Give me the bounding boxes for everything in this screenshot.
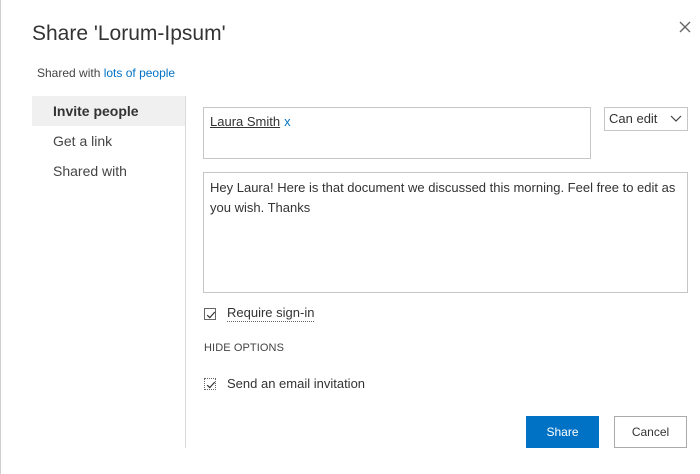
cancel-button[interactable]: Cancel <box>614 416 687 448</box>
shared-with-link[interactable]: lots of people <box>104 66 175 80</box>
require-signin-row[interactable]: Require sign-in <box>204 305 315 322</box>
checkmark-icon <box>206 311 216 318</box>
require-signin-label: Require sign-in <box>227 305 315 322</box>
close-button[interactable] <box>678 20 696 38</box>
message-textarea[interactable]: Hey Laura! Here is that document we disc… <box>203 172 688 293</box>
checkmark-icon <box>206 381 216 388</box>
close-icon <box>679 21 691 33</box>
person-name[interactable]: Laura Smith <box>210 114 280 129</box>
shared-with-summary: Shared with lots of people <box>37 66 175 80</box>
send-email-label: Send an email invitation <box>227 376 366 391</box>
send-email-checkbox[interactable] <box>204 377 216 390</box>
permission-dropdown[interactable]: Can edit <box>604 107 688 131</box>
shared-with-prefix: Shared with <box>37 66 101 80</box>
permission-value: Can edit <box>609 111 658 126</box>
nav-item-shared-with[interactable]: Shared with <box>32 156 185 186</box>
share-nav: Invite people Get a link Shared with <box>32 96 186 448</box>
person-token: Laura Smith x <box>210 114 291 129</box>
remove-person-button[interactable]: x <box>284 114 291 129</box>
nav-item-get-a-link[interactable]: Get a link <box>32 126 185 156</box>
send-email-row[interactable]: Send an email invitation <box>204 376 365 391</box>
dialog-title: Share 'Lorum-Ipsum' <box>32 22 226 45</box>
share-dialog: Share 'Lorum-Ipsum' Shared with lots of … <box>0 0 700 474</box>
chevron-down-icon <box>670 115 682 122</box>
require-signin-checkbox[interactable] <box>204 307 216 320</box>
people-picker-input[interactable]: Laura Smith x <box>203 107 591 159</box>
nav-item-invite-people[interactable]: Invite people <box>32 96 185 126</box>
hide-options-link[interactable]: HIDE OPTIONS <box>204 342 284 354</box>
share-button[interactable]: Share <box>526 416 599 448</box>
